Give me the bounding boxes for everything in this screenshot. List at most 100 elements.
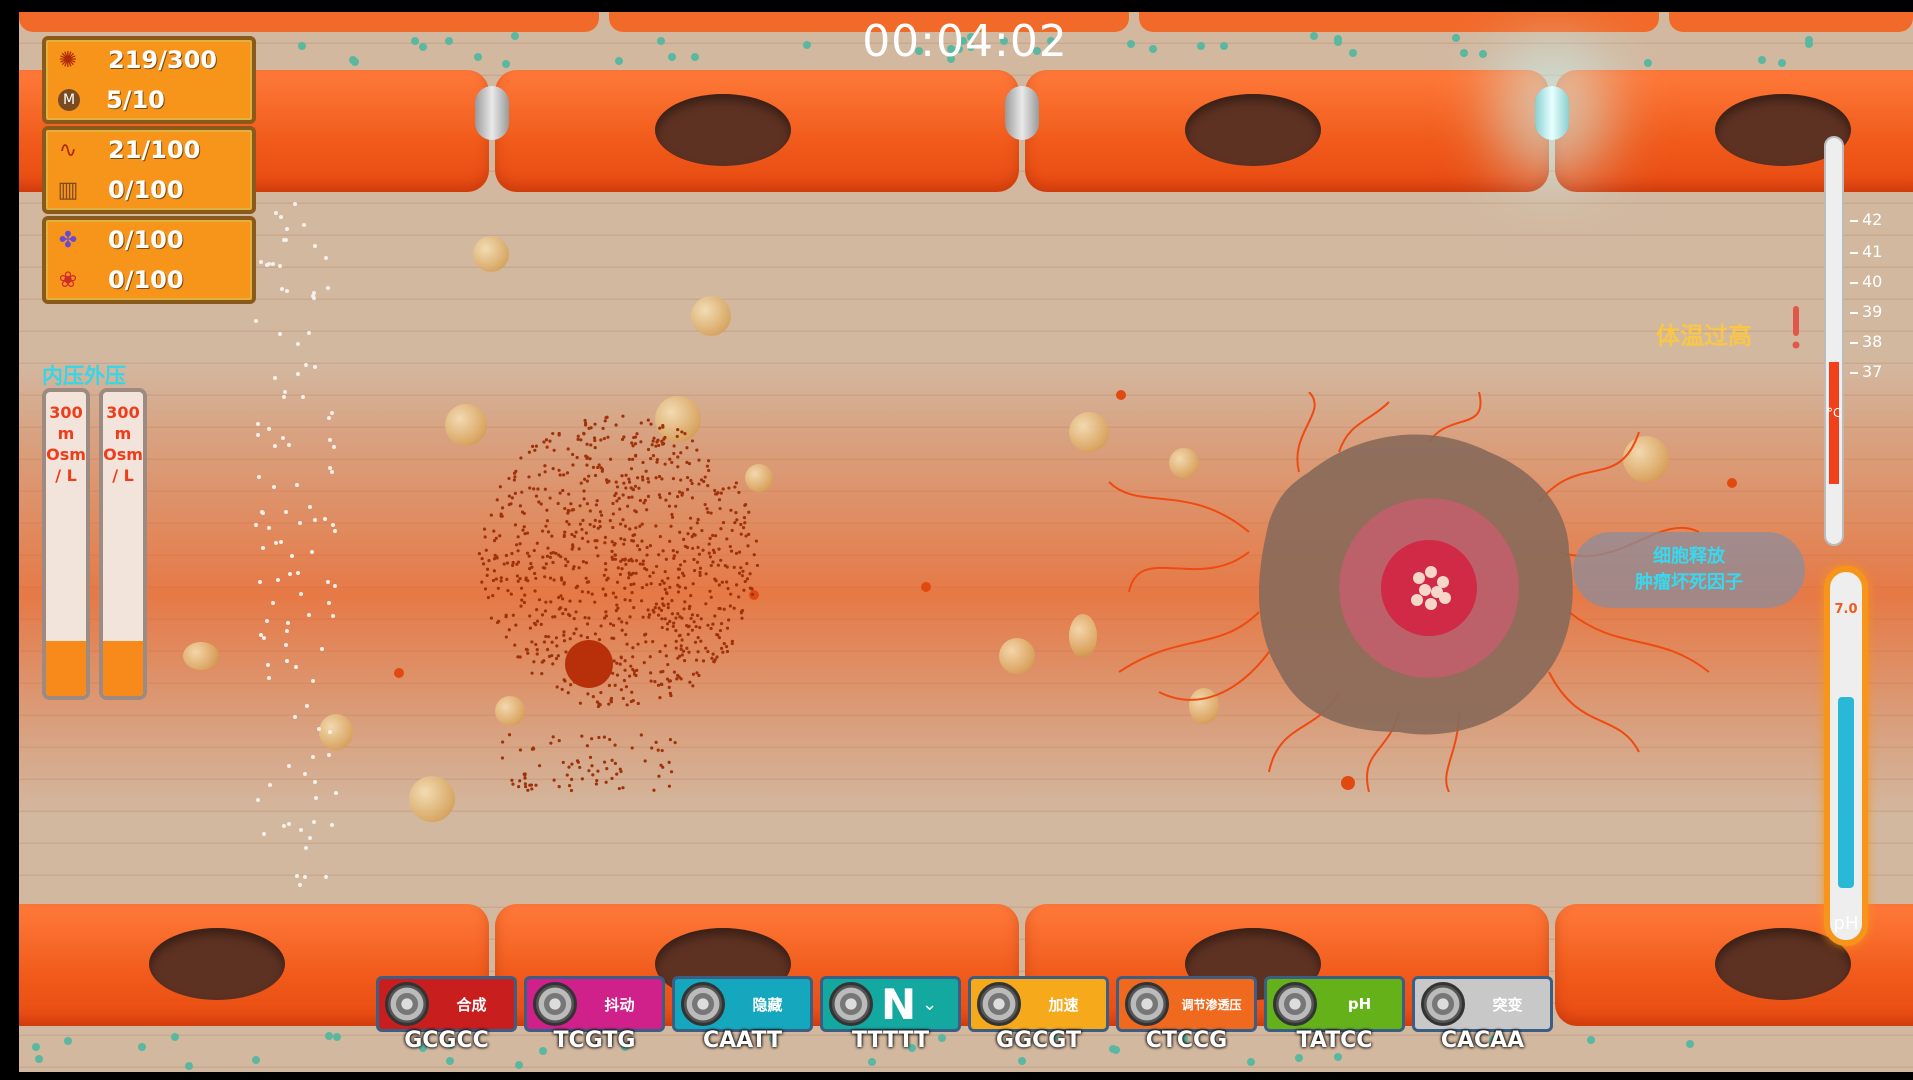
gene-code: CACAA: [1440, 1028, 1525, 1053]
plasma-particle: [251, 1055, 260, 1064]
plasma-particle: [1777, 59, 1786, 68]
outer-pressure-value: 300 m Osm / L: [103, 403, 143, 485]
plasma-particle: [657, 37, 666, 46]
m-coin-icon: M: [58, 89, 80, 111]
white-particle: [286, 763, 291, 768]
plasma-particle: [515, 1060, 524, 1069]
plasma-particle: [34, 1054, 43, 1063]
white-particle: [295, 873, 300, 878]
chevron-down-icon[interactable]: ⌄: [922, 994, 937, 1015]
plasma-particle: [410, 37, 419, 46]
white-particle: [305, 703, 310, 708]
white-particle: [313, 364, 318, 369]
white-particle: [326, 579, 331, 584]
plasma-particle: [1459, 49, 1468, 58]
glowing-junction: [1535, 86, 1569, 140]
gene-ring-icon: [829, 982, 873, 1026]
gene-tool-button[interactable]: 调节渗透压: [1116, 976, 1257, 1032]
gene-tool-3: N ⌄ TTTTT: [820, 976, 961, 1053]
floating-cell: [691, 296, 731, 336]
player-virus: [565, 640, 613, 688]
white-particle: [259, 632, 264, 637]
white-particle: [299, 591, 304, 596]
plasma-particle: [1334, 1052, 1343, 1061]
white-particle: [326, 415, 331, 420]
tool-label: 突变: [1492, 995, 1523, 1014]
resource-value: 0/100: [108, 226, 184, 254]
tooltip-line-2: 肿瘤坏死因子: [1635, 572, 1743, 593]
plasma-particle: [138, 1042, 147, 1051]
outer-pressure-fill: [103, 641, 143, 696]
plasma-particle: [1643, 59, 1652, 68]
white-particle: [265, 618, 270, 623]
plasma-particle: [444, 36, 453, 45]
gene-ring-icon: [1125, 982, 1169, 1026]
gene-tool-button[interactable]: 突变: [1412, 976, 1553, 1032]
cell-nucleus: [655, 94, 791, 166]
plasma-particle: [1310, 32, 1319, 41]
gene-tool-button[interactable]: 抖动: [524, 976, 665, 1032]
white-particle: [311, 819, 316, 824]
white-particle: [327, 601, 332, 606]
thermo-tick: 40: [1850, 272, 1882, 291]
gene-tool-button[interactable]: pH: [1264, 976, 1405, 1032]
tooltip-line-1: 细胞释放: [1653, 546, 1725, 567]
tool-label: 抖动: [604, 995, 635, 1014]
white-particle: [303, 772, 308, 777]
white-particle: [299, 827, 304, 832]
plasma-particle: [501, 59, 510, 68]
white-particle: [268, 783, 273, 788]
plasma-particle: [325, 1032, 334, 1041]
white-particle: [282, 237, 287, 242]
thermo-tick: 38: [1850, 332, 1882, 351]
plasma-particle: [1127, 39, 1136, 48]
white-particle: [329, 822, 334, 827]
white-particle: [296, 342, 301, 347]
white-particle: [329, 411, 334, 416]
plasma-particle: [1334, 38, 1343, 47]
resource-value: 219/300: [108, 46, 217, 74]
event-tooltip: 细胞释放 肿瘤坏死因子: [1573, 532, 1805, 608]
white-particle: [289, 553, 294, 558]
resource-value: 0/100: [108, 176, 184, 204]
gene-code: TATCC: [1296, 1028, 1373, 1053]
plasma-particle: [691, 53, 700, 62]
plasma-particle: [667, 52, 676, 61]
inner-pressure-gauge: 300 m Osm / L: [42, 388, 90, 700]
white-particle: [281, 823, 286, 828]
white-particle: [285, 621, 290, 626]
cytokine-particle: [921, 582, 931, 592]
white-particle: [283, 643, 288, 648]
gene-tool-button[interactable]: N ⌄: [820, 976, 961, 1032]
white-particle: [308, 836, 313, 841]
white-particle: [304, 362, 309, 367]
plasma-particle: [867, 1058, 876, 1067]
virus-swarm[interactable]: [459, 412, 779, 812]
white-particle: [267, 675, 272, 680]
white-particle: [323, 516, 328, 521]
inner-pressure-fill: [46, 641, 86, 696]
plasma-particle: [802, 40, 811, 49]
tool-label: pH: [1347, 995, 1372, 1013]
gene-tool-button[interactable]: 加速: [968, 976, 1109, 1032]
white-particle: [261, 635, 266, 640]
thermo-tick: 37: [1850, 362, 1882, 381]
thermo-tick: 41: [1850, 242, 1882, 261]
gene-tool-2: 隐藏 CAATT: [672, 976, 813, 1053]
resource-panel-3: ✤ 0/100 ❀ 0/100: [42, 216, 256, 304]
white-particle: [333, 528, 338, 533]
white-particle: [272, 443, 277, 448]
gene-tool-button[interactable]: 合成: [376, 976, 517, 1032]
white-particle: [282, 395, 287, 400]
chain-icon: ∿: [58, 137, 78, 163]
plasma-particle: [1018, 1056, 1027, 1065]
cell-junction: [475, 86, 509, 140]
white-particle: [302, 222, 307, 227]
white-particle: [278, 263, 283, 268]
resource-row: ▥ 0/100: [46, 170, 252, 210]
gene-ring-icon: [681, 982, 725, 1026]
white-particle: [293, 714, 298, 719]
gene-code: CTCCG: [1145, 1028, 1228, 1053]
white-particle: [332, 444, 337, 449]
gene-tool-button[interactable]: 隐藏: [672, 976, 813, 1032]
